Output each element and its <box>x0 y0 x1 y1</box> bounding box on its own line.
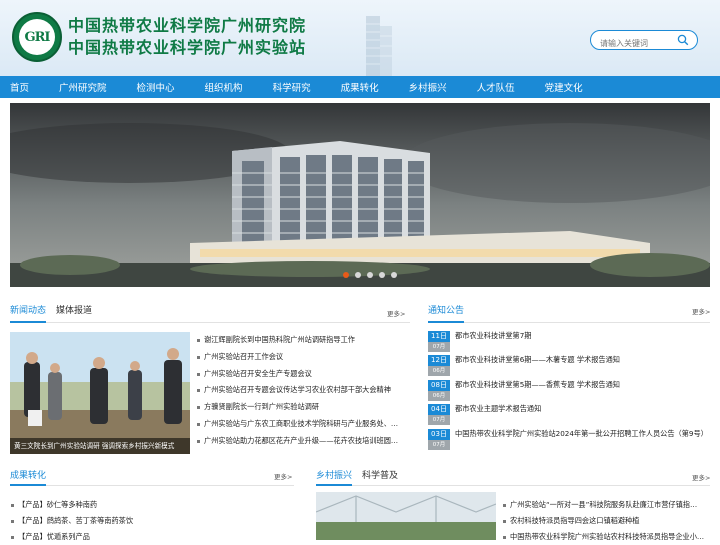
notice-more-link[interactable]: 更多> <box>692 306 710 316</box>
nav-item-home[interactable]: 首页 <box>10 80 29 94</box>
notice-date: 12日 06月 <box>428 355 450 377</box>
notice-item[interactable]: 03日 07月 中国热带农业科学院广州实验站2024年第一批公开招聘工作人员公告（… <box>428 428 710 453</box>
banner-dot[interactable] <box>379 272 385 278</box>
tab-news[interactable]: 新闻动态 <box>10 303 46 316</box>
achievements-section-header: 成果转化 <box>10 465 56 483</box>
notice-item[interactable]: 08日 06月 都市农业科技讲堂第5期——香蕉专题 学术报告通知 <box>428 379 710 404</box>
notice-item[interactable]: 04日 07月 都市农业主题学术报告通知 <box>428 404 710 428</box>
notice-list: 11日 07月 都市农业科技讲堂第7期 12日 06月 都市农业科技讲堂第6期——木… <box>428 331 710 453</box>
notice-title[interactable]: 都市农业主题学术报告通知 <box>455 404 541 415</box>
achievement-item[interactable]: 【产品】鹧鸪茶、苦丁茶等南药茶饮 <box>10 513 294 529</box>
achievement-item[interactable]: 【产品】忧遁系列产品 <box>10 529 294 545</box>
tab-media-reports[interactable]: 媒体报道 <box>56 303 92 316</box>
site-title-line2: 中国热带农业科学院广州实验站 <box>68 38 307 57</box>
news-divider <box>10 321 410 323</box>
news-item[interactable]: 广州实验站召开工作会议 <box>197 349 409 366</box>
village-item[interactable]: 农村科技特派员指导四会这口镇稻避种植 <box>502 513 710 529</box>
news-list: 谢江辉副院长到中国热科院广州站调研指导工作 广州实验站召开工作会议 广州实验站召… <box>197 332 409 450</box>
nav-item-talent[interactable]: 人才队伍 <box>477 80 515 94</box>
tab-notices[interactable]: 通知公告 <box>428 303 464 316</box>
achievement-item[interactable]: 【产品】砂仁等多种南药 <box>10 497 294 513</box>
achievements-list: 【产品】砂仁等多种南药 【产品】鹧鸪茶、苦丁茶等南药茶饮 【产品】忧遁系列产品 <box>10 497 294 545</box>
main-nav: 首页 广州研究院 检测中心 组织机构 科学研究 成果转化 乡村振兴 人才队伍 党… <box>0 76 720 98</box>
village-more-link[interactable]: 更多> <box>692 472 710 482</box>
village-item[interactable]: 中国热带农业科学院广州实验站农村科技特派员指导企业小… <box>502 529 710 545</box>
village-section-header: 乡村振兴 科学普及 <box>316 465 408 483</box>
banner-pagination <box>343 272 397 278</box>
notice-title[interactable]: 都市农业科技讲堂第6期——木薯专题 学术报告通知 <box>455 355 620 366</box>
site-header: GRI 中国热带农业科学院广州研究院 中国热带农业科学院广州实验站 <box>0 0 720 76</box>
news-item[interactable]: 广州实验站召开专题会议传达学习农业农村部干部大会精神 <box>197 382 409 399</box>
news-more-link[interactable]: 更多> <box>387 308 405 318</box>
notice-title[interactable]: 中国热带农业科学院广州实验站2024年第一批公开招聘工作人员公告（第9号） <box>455 429 708 440</box>
notice-title[interactable]: 都市农业科技讲堂第5期——香蕉专题 学术报告通知 <box>455 380 620 391</box>
news-item[interactable]: 谢江辉副院长到中国热科院广州站调研指导工作 <box>197 332 409 349</box>
notice-date: 04日 07月 <box>428 404 450 426</box>
nav-item-achievements[interactable]: 成果转化 <box>341 80 379 94</box>
notice-divider <box>428 321 710 323</box>
hero-banner[interactable] <box>10 103 710 287</box>
header-building-graphic <box>366 16 392 76</box>
banner-dot[interactable] <box>355 272 361 278</box>
banner-dot[interactable] <box>367 272 373 278</box>
nav-item-rural-revitalization[interactable]: 乡村振兴 <box>409 80 447 94</box>
village-item[interactable]: 广州实验站“一所对一县”科技院服务队赴廉江市营仔镇指… <box>502 497 710 513</box>
news-item[interactable]: 方骥贤副院长一行到广州实验站调研 <box>197 399 409 416</box>
nav-item-testing-center[interactable]: 检测中心 <box>137 80 175 94</box>
achievements-more-link[interactable]: 更多> <box>274 471 292 481</box>
news-section-header: 新闻动态 媒体报道 <box>10 300 102 318</box>
village-photo[interactable] <box>316 492 496 540</box>
search-icon[interactable] <box>677 34 689 46</box>
nav-item-party-culture[interactable]: 党建文化 <box>545 80 583 94</box>
logo-text: GRI <box>19 19 55 55</box>
nav-item-research[interactable]: 科学研究 <box>273 80 311 94</box>
site-title-line1: 中国热带农业科学院广州研究院 <box>68 16 307 35</box>
site-title: 中国热带农业科学院广州研究院 中国热带农业科学院广州实验站 <box>68 15 306 59</box>
news-item[interactable]: 广州实验站召开安全生产专题会议 <box>197 366 409 383</box>
banner-dot[interactable] <box>391 272 397 278</box>
news-photo-image <box>10 332 190 454</box>
site-logo[interactable]: GRI <box>12 12 62 62</box>
search-input[interactable] <box>591 34 671 53</box>
tab-achievements[interactable]: 成果转化 <box>10 468 46 481</box>
village-list: 广州实验站“一所对一县”科技院服务队赴廉江市营仔镇指… 农村科技特派员指导四会这… <box>502 497 710 545</box>
notice-date: 08日 06月 <box>428 379 450 401</box>
notice-section-header: 通知公告 <box>428 300 474 318</box>
tab-science-popularization[interactable]: 科学普及 <box>362 468 398 481</box>
search-box <box>590 30 698 53</box>
news-item[interactable]: 广州实验站与广东农工商职业技术学院科研与产业服务处、… <box>197 416 409 433</box>
notice-title[interactable]: 都市农业科技讲堂第7期 <box>455 331 531 342</box>
nav-item-organization[interactable]: 组织机构 <box>205 80 243 94</box>
notice-date: 11日 07月 <box>428 331 450 352</box>
notice-date: 03日 07月 <box>428 428 450 450</box>
news-photo[interactable]: 黄三文院长到广州实验站调研 强调探索乡村振兴新模式 <box>10 332 190 454</box>
news-photo-caption: 黄三文院长到广州实验站调研 强调探索乡村振兴新模式 <box>10 438 190 454</box>
notice-item[interactable]: 11日 07月 都市农业科技讲堂第7期 <box>428 331 710 355</box>
banner-building-image <box>10 103 710 287</box>
notice-item[interactable]: 12日 06月 都市农业科技讲堂第6期——木薯专题 学术报告通知 <box>428 355 710 379</box>
nav-item-guangzhou-institute[interactable]: 广州研究院 <box>59 80 107 94</box>
village-divider <box>316 484 710 486</box>
achievements-divider <box>10 484 294 486</box>
banner-dot[interactable] <box>343 272 349 278</box>
village-photo-image <box>316 492 496 540</box>
tab-rural-revitalization[interactable]: 乡村振兴 <box>316 468 352 481</box>
news-item[interactable]: 广州实验站助力花都区花卉产业升级——花卉农技培训班圆… <box>197 433 409 450</box>
